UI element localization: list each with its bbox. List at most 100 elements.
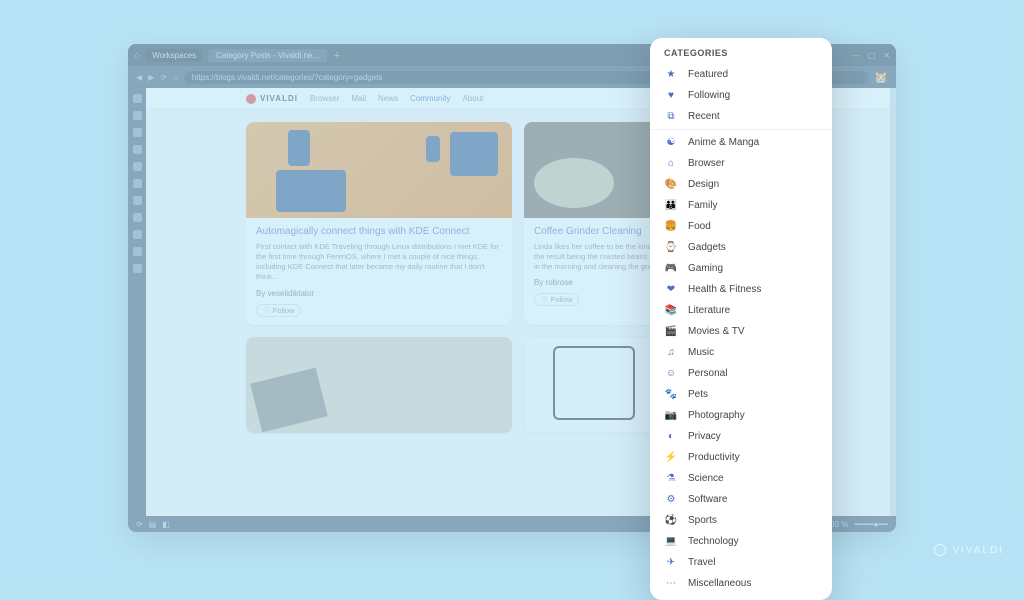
maximize-button[interactable]: ▢: [868, 51, 876, 60]
follow-button[interactable]: ♡ Follow: [534, 293, 579, 306]
nav-about[interactable]: About: [462, 94, 483, 103]
new-tab-button[interactable]: ＋: [333, 50, 341, 61]
close-button[interactable]: ✕: [883, 51, 890, 60]
category-music[interactable]: ♫Music: [650, 342, 832, 363]
panel-icon[interactable]: [133, 111, 142, 120]
category-icon: 🎮: [664, 261, 678, 275]
nav-community[interactable]: Community: [410, 94, 450, 103]
category-icon: ☺: [664, 366, 678, 380]
profile-avatar[interactable]: 🐹: [874, 71, 888, 84]
categories-popover: CATEGORIES ★Featured ♥ Following ⧉ Recent ☯A…: [650, 38, 832, 600]
status-icon[interactable]: ▤: [149, 520, 157, 529]
minimize-button[interactable]: —: [852, 51, 860, 60]
workspaces-button[interactable]: Workspaces: [146, 49, 202, 62]
panel-rail: [128, 88, 146, 516]
category-gadgets[interactable]: ⌚Gadgets: [650, 237, 832, 258]
category-movies-tv[interactable]: 🎬 Movies & TV: [650, 321, 832, 342]
vivaldi-mark-icon: [934, 544, 946, 556]
category-label: Recent: [688, 111, 720, 122]
panel-icon[interactable]: [133, 145, 142, 154]
category-personal[interactable]: ☺Personal: [650, 363, 832, 384]
category-label: Following: [688, 90, 730, 101]
nav-news[interactable]: News: [378, 94, 398, 103]
panel-icon[interactable]: [133, 162, 142, 171]
category-icon: ♫: [664, 345, 678, 359]
post-author[interactable]: By veselidiktator: [256, 289, 502, 298]
category-label: Pets: [688, 389, 708, 400]
nav-mail[interactable]: Mail: [351, 94, 366, 103]
category-label: Gadgets: [688, 242, 726, 253]
category-family[interactable]: 👪Family: [650, 195, 832, 216]
categories-header: CATEGORIES: [650, 48, 832, 64]
category-label: Sports: [688, 515, 717, 526]
category-software[interactable]: ⚙Software: [650, 489, 832, 510]
heart-icon: ♡: [541, 295, 548, 304]
panel-icon[interactable]: [133, 94, 142, 103]
category-productivity[interactable]: ⚡Productivity: [650, 447, 832, 468]
scrollbar[interactable]: [890, 88, 896, 516]
category-label: Science: [688, 473, 724, 484]
vivaldi-logo-icon: [246, 94, 256, 104]
category-science[interactable]: ⚗ Science: [650, 468, 832, 489]
status-icon[interactable]: ⟳: [136, 520, 143, 529]
panel-icon[interactable]: [133, 213, 142, 222]
category-food[interactable]: 🍔Food: [650, 216, 832, 237]
panel-icon[interactable]: [133, 128, 142, 137]
panel-icon[interactable]: [133, 196, 142, 205]
reload-button[interactable]: ⟳: [160, 73, 167, 82]
category-browser[interactable]: ⌂ Browser: [650, 153, 832, 174]
category-icon: 🐾: [664, 387, 678, 401]
category-following[interactable]: ♥ Following: [650, 85, 832, 106]
panel-icon[interactable]: [133, 230, 142, 239]
category-recent[interactable]: ⧉ Recent: [650, 106, 832, 130]
home-button[interactable]: ⌂: [173, 73, 178, 82]
category-label: Travel: [688, 557, 715, 568]
category-travel[interactable]: ✈ Travel: [650, 552, 832, 573]
site-logo[interactable]: VIVALDI: [246, 94, 298, 104]
post-card[interactable]: Automagically connect things with KDE Co…: [246, 122, 512, 325]
category-label: Family: [688, 200, 717, 211]
status-icon[interactable]: ◧: [162, 520, 170, 529]
category-label: Technology: [688, 536, 739, 547]
nav-browser[interactable]: Browser: [310, 94, 339, 103]
category-health-fitness[interactable]: ❤Health & Fitness: [650, 279, 832, 300]
category-icon: ⌂: [664, 156, 678, 170]
category-label: Movies & TV: [688, 326, 745, 337]
category-icon: ⧉: [664, 110, 678, 124]
category-icon: 📷: [664, 408, 678, 422]
category-label: Photography: [688, 410, 745, 421]
category-icon: ✈: [664, 555, 678, 569]
category-icon: ♥: [664, 89, 678, 103]
post-card[interactable]: [246, 337, 512, 433]
follow-button[interactable]: ♡ Follow: [256, 304, 301, 317]
category-label: Health & Fitness: [688, 284, 761, 295]
category-label: Browser: [688, 158, 725, 169]
category-icon: ⚽: [664, 513, 678, 527]
category-icon: 🎬: [664, 324, 678, 338]
panel-icon[interactable]: [133, 179, 142, 188]
vivaldi-menu-icon[interactable]: ◇: [134, 51, 140, 60]
category-gaming[interactable]: 🎮 Gaming: [650, 258, 832, 279]
category-sports[interactable]: ⚽ Sports: [650, 510, 832, 531]
category-privacy[interactable]: ◐Privacy: [650, 426, 832, 447]
browser-tab[interactable]: Category Posts - Vivaldi.ne...: [208, 49, 327, 62]
category-label: Design: [688, 179, 719, 190]
forward-button[interactable]: ▶: [148, 73, 154, 82]
category-photography[interactable]: 📷 Photography: [650, 405, 832, 426]
category-icon: ☯: [664, 135, 678, 149]
category-design[interactable]: 🎨Design: [650, 174, 832, 195]
panel-icon[interactable]: [133, 264, 142, 273]
panel-icon[interactable]: [133, 247, 142, 256]
category-label: Gaming: [688, 263, 723, 274]
zoom-slider[interactable]: ━━━━●━━: [854, 520, 888, 529]
category-technology[interactable]: 💻Technology: [650, 531, 832, 552]
category-literature[interactable]: 📚Literature: [650, 300, 832, 321]
back-button[interactable]: ◀: [136, 73, 142, 82]
post-title[interactable]: Automagically connect things with KDE Co…: [256, 226, 502, 238]
category-icon: ⚗: [664, 471, 678, 485]
category-anime-manga[interactable]: ☯Anime & Manga: [650, 132, 832, 153]
post-thumbnail: [246, 122, 512, 218]
category-featured[interactable]: ★Featured: [650, 64, 832, 85]
category-pets[interactable]: 🐾 Pets: [650, 384, 832, 405]
category-label: Miscellaneous: [688, 578, 751, 589]
